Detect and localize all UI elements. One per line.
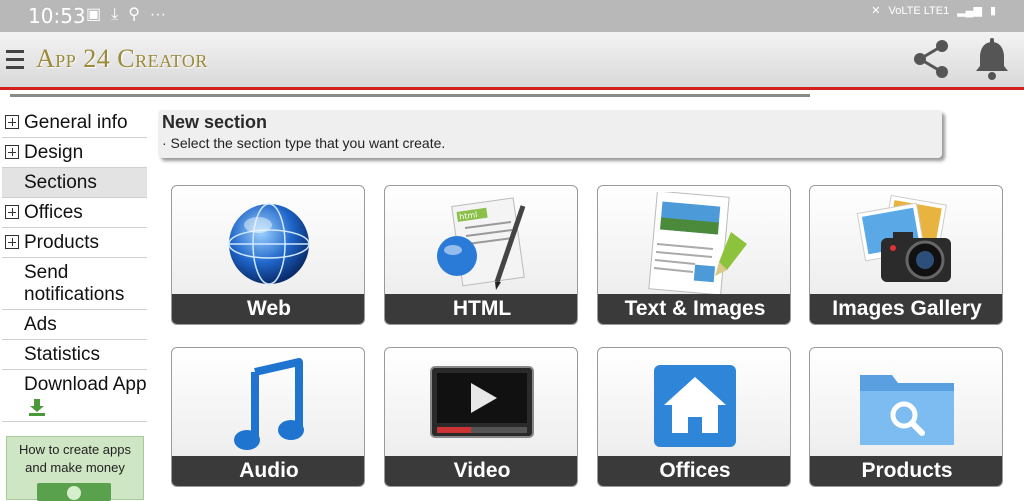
music-note-icon [234, 358, 304, 450]
sidebar-item-statistics[interactable]: Statistics [2, 340, 147, 370]
text-images-icon [648, 192, 747, 296]
bell-icon[interactable] [972, 38, 1012, 82]
app-bar: App 24 Creator [0, 32, 1024, 90]
battery-icon: ▮ [989, 5, 996, 17]
status-notification-icons: ▣ ⤓ ⚲ ··· [86, 6, 166, 24]
expand-icon [5, 205, 19, 219]
home-icon [654, 365, 736, 447]
tile-text-images[interactable]: Text & Images [597, 185, 791, 325]
camera-photos-icon [856, 194, 951, 282]
status-system-icons: ✕ VoLTE LTE1 ▂▄▆ ▮ [871, 4, 996, 18]
tile-web[interactable]: Web [171, 185, 365, 325]
signal-icon: ▂▄▆ [957, 5, 982, 17]
sidebar-item-label: Statistics [24, 344, 101, 365]
sidebar-item-ads[interactable]: Ads [2, 310, 147, 340]
tile-html[interactable]: html HTML [384, 185, 578, 325]
sidebar-item-general-info[interactable]: General info [2, 108, 147, 138]
section-title: New section [162, 112, 268, 132]
sidebar-item-label: Send notifications [24, 262, 125, 305]
tile-products[interactable]: Products [809, 347, 1003, 487]
expand-icon [5, 115, 19, 129]
hamburger-menu-icon[interactable] [6, 50, 24, 70]
sidebar-item-label: Download App [24, 374, 147, 395]
tile-label: Video [385, 456, 577, 486]
share-icon[interactable] [908, 36, 954, 82]
sidebar-item-label: Offices [24, 202, 83, 223]
tile-label: Web [172, 294, 364, 324]
sidebar-item-download-app[interactable]: Download App [2, 370, 147, 422]
sidebar-item-products[interactable]: Products [2, 228, 147, 258]
tile-images-gallery[interactable]: Images Gallery [809, 185, 1003, 325]
sidebar-item-sections[interactable]: Sections [2, 168, 147, 198]
divider-line [10, 94, 810, 97]
tile-offices[interactable]: Offices [597, 347, 791, 487]
folder-search-icon [860, 375, 954, 445]
mute-icon: ✕ [871, 5, 881, 17]
tile-label: Audio [172, 456, 364, 486]
video-player-icon [430, 366, 534, 438]
sidebar-item-label: Products [24, 232, 99, 253]
sidebar-menu: General info Design Sections Offices Pro… [2, 108, 147, 422]
section-header: New section · Select the section type th… [158, 110, 942, 158]
expand-icon [5, 145, 19, 159]
download-icon: ⤓ [111, 6, 119, 23]
gallery-icon: ▣ [86, 6, 102, 23]
sidebar-item-label: Ads [24, 314, 57, 335]
tile-label: HTML [385, 294, 577, 324]
wrench-icon: ⚲ [128, 6, 140, 23]
tile-label: Offices [598, 456, 790, 486]
sidebar-item-label: Design [24, 142, 84, 163]
promo-banner[interactable]: How to create apps and make money [6, 436, 144, 501]
globe-icon [228, 203, 310, 285]
promo-text: How to create apps and make money [18, 442, 131, 475]
tile-label: Text & Images [598, 294, 790, 324]
more-dots-icon: ··· [149, 6, 166, 23]
sidebar-item-offices[interactable]: Offices [2, 198, 147, 228]
tile-video[interactable]: Video [384, 347, 578, 487]
section-subtitle: · Select the section type that you want … [162, 135, 446, 151]
download-icon [29, 398, 45, 416]
app-title: App 24 Creator [36, 44, 208, 73]
sidebar-item-design[interactable]: Design [2, 138, 147, 168]
network-label: VoLTE LTE1 [888, 4, 950, 17]
money-icon [37, 483, 111, 501]
tile-audio[interactable]: Audio [171, 347, 365, 487]
html-document-icon: html [437, 197, 526, 290]
expand-icon [5, 235, 19, 249]
tile-label: Images Gallery [810, 294, 1002, 324]
tile-label: Products [810, 456, 1002, 486]
status-bar: 10:53 ▣ ⤓ ⚲ ··· ✕ VoLTE LTE1 ▂▄▆ ▮ [0, 0, 1024, 32]
sidebar-item-send-notifications[interactable]: Send notifications [2, 258, 147, 310]
status-time: 10:53 [28, 4, 86, 28]
sidebar-item-label: General info [24, 112, 128, 133]
sidebar-item-label: Sections [24, 172, 97, 193]
